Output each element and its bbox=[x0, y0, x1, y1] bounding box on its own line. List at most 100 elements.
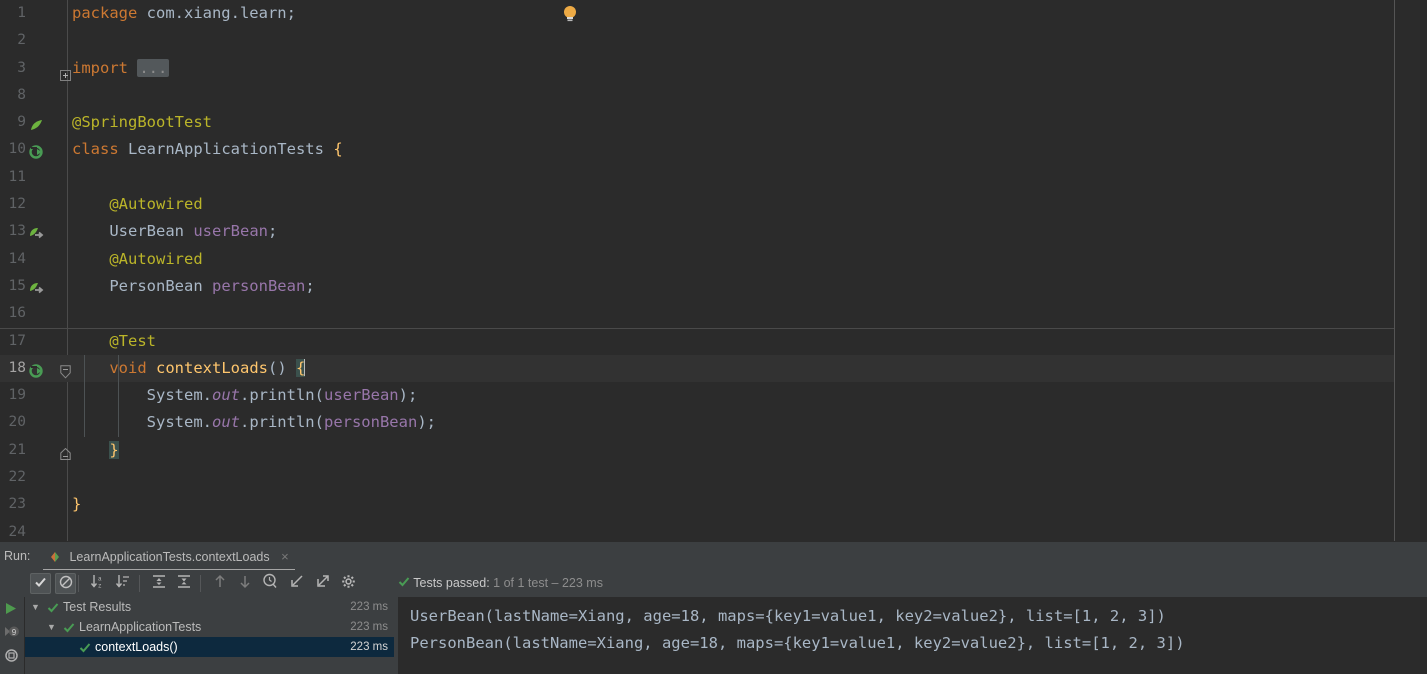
code-token: import bbox=[72, 58, 138, 77]
sort-alphabetically-button[interactable]: az bbox=[87, 573, 108, 594]
code-token: UserBean bbox=[72, 222, 194, 241]
code-token: ); bbox=[398, 386, 418, 405]
code-text: } bbox=[72, 437, 119, 464]
code-line[interactable]: 8 bbox=[0, 82, 1427, 109]
code-token: ; bbox=[267, 222, 278, 241]
rerun-failed-tests-button[interactable]: 9 bbox=[3, 624, 21, 642]
run-test-icon[interactable] bbox=[29, 136, 49, 163]
test-tree-row[interactable]: ▼ LearnApplicationTests 223 ms bbox=[25, 617, 394, 637]
sort-duration-icon bbox=[115, 574, 131, 593]
code-line[interactable]: 9 @SpringBootTest bbox=[0, 109, 1427, 136]
toggle-auto-test-button[interactable] bbox=[3, 647, 21, 665]
run-test-icon[interactable] bbox=[29, 355, 49, 382]
toolbar-separator bbox=[200, 575, 201, 592]
svg-text:9: 9 bbox=[12, 628, 17, 637]
code-token: @Test bbox=[72, 331, 156, 350]
hide-ignored-toggle[interactable] bbox=[55, 573, 76, 594]
line-number: 16 bbox=[8, 305, 26, 322]
idea-window: 1 package com.xiang.learn; 2 3 import ... 8 9 @… bbox=[0, 0, 1427, 674]
tests-passed-detail: 1 of 1 test – 223 ms bbox=[493, 576, 603, 590]
chevron-down-icon[interactable]: ▼ bbox=[31, 597, 40, 617]
test-duration-label: 223 ms bbox=[350, 601, 388, 613]
import-tests-button[interactable] bbox=[286, 573, 307, 594]
code-lines[interactable]: 1 package com.xiang.learn; 2 3 import ... 8 9 @… bbox=[0, 0, 1427, 541]
console-output[interactable]: UserBean(lastName=Xiang, age=18, maps={k… bbox=[398, 597, 1427, 674]
test-tree-row[interactable]: ▼ Test Results 223 ms bbox=[25, 597, 394, 617]
collapse-down-icon bbox=[60, 365, 71, 383]
indent-guide bbox=[118, 355, 119, 437]
code-line[interactable]: 18 void contextLoads() { bbox=[0, 354, 1427, 383]
code-editor[interactable]: 1 package com.xiang.learn; 2 3 import ... 8 9 @… bbox=[0, 0, 1427, 541]
close-icon[interactable]: × bbox=[281, 549, 289, 564]
code-line[interactable]: 10 class LearnApplicationTests { bbox=[0, 136, 1427, 163]
line-number: 3 bbox=[17, 59, 26, 76]
run-side-toolbar[interactable]: 9 bbox=[0, 597, 24, 674]
code-token: @Autowired bbox=[72, 249, 203, 268]
code-line[interactable]: 11 bbox=[0, 164, 1427, 191]
code-line[interactable]: 20 System.out.println(personBean); bbox=[0, 409, 1427, 436]
run-window-label: Run: bbox=[4, 549, 31, 563]
code-line[interactable]: 3 import ... bbox=[0, 55, 1427, 82]
code-token: com.xiang.learn; bbox=[146, 4, 296, 22]
export-icon bbox=[315, 574, 331, 593]
code-text: System.out.println(userBean); bbox=[72, 382, 418, 409]
code-token: ); bbox=[417, 413, 436, 432]
code-token: { bbox=[333, 140, 343, 159]
run-tab-title: LearnApplicationTests.contextLoads bbox=[69, 550, 270, 564]
show-passed-toggle[interactable] bbox=[30, 573, 51, 594]
check-icon bbox=[63, 623, 75, 637]
arrow-down-icon bbox=[238, 574, 252, 593]
code-line[interactable]: 23} bbox=[0, 491, 1427, 518]
marker-scrollbar[interactable] bbox=[1394, 0, 1427, 541]
code-line[interactable]: 21 } bbox=[0, 437, 1427, 464]
test-results-tree[interactable]: ▼ Test Results 223 ms ▼ LearnApplicationTest… bbox=[24, 597, 394, 674]
lightbulb-icon[interactable] bbox=[562, 5, 578, 27]
sort-az-icon: az bbox=[90, 574, 106, 593]
line-number: 12 bbox=[8, 196, 26, 213]
code-text: package com.xiang.learn; bbox=[72, 0, 296, 27]
sort-by-duration-button[interactable] bbox=[112, 573, 133, 594]
chevron-down-icon[interactable]: ▼ bbox=[47, 617, 56, 637]
code-token: System. bbox=[72, 413, 212, 432]
code-token: .println( bbox=[239, 386, 324, 405]
import-icon bbox=[289, 574, 305, 593]
run-tab-contextloads[interactable]: LearnApplicationTests.contextLoads × bbox=[43, 542, 295, 571]
rerun-tests-button[interactable] bbox=[3, 601, 21, 619]
code-line[interactable]: 13 UserBean userBean; bbox=[0, 218, 1427, 245]
line-number: 10 bbox=[8, 141, 26, 158]
code-line[interactable]: 16 bbox=[0, 300, 1427, 327]
line-number: 14 bbox=[8, 250, 26, 267]
code-token: personBean bbox=[323, 413, 418, 432]
code-line[interactable]: 2 bbox=[0, 27, 1427, 54]
collapse-all-button[interactable] bbox=[173, 573, 194, 594]
test-tree-row[interactable]: contextLoads() 223 ms bbox=[25, 637, 394, 657]
code-line[interactable]: 19 System.out.println(userBean); bbox=[0, 382, 1427, 409]
code-token: () bbox=[267, 358, 296, 377]
history-clock-icon bbox=[262, 573, 279, 594]
spring-bean-icon[interactable] bbox=[29, 218, 49, 245]
test-duration-label: 223 ms bbox=[350, 621, 388, 633]
test-status-line: Tests passed: 1 of 1 test – 223 ms bbox=[398, 570, 603, 597]
spring-leaf-icon[interactable] bbox=[29, 109, 49, 136]
previous-failed-test-button[interactable] bbox=[209, 573, 230, 594]
line-number: 1 bbox=[17, 5, 26, 21]
run-test-icon bbox=[29, 145, 45, 164]
test-history-button[interactable] bbox=[260, 573, 281, 594]
code-token: class bbox=[72, 140, 128, 159]
next-failed-test-button[interactable] bbox=[234, 573, 255, 594]
code-text: void contextLoads() { bbox=[72, 355, 306, 382]
line-number: 13 bbox=[8, 223, 26, 240]
code-line[interactable]: 14 @Autowired bbox=[0, 246, 1427, 273]
settings-button[interactable] bbox=[338, 573, 359, 594]
code-line[interactable]: 12 @Autowired bbox=[0, 191, 1427, 218]
code-line[interactable]: 22 bbox=[0, 464, 1427, 491]
test-toolbar[interactable]: az bbox=[0, 570, 1427, 597]
code-line[interactable]: 17 @Test bbox=[0, 328, 1427, 355]
line-number: 2 bbox=[17, 32, 26, 49]
collapse-all-icon bbox=[176, 574, 192, 593]
code-line[interactable]: 1 package com.xiang.learn; bbox=[0, 0, 1427, 27]
code-line[interactable]: 15 PersonBean personBean; bbox=[0, 273, 1427, 300]
expand-all-button[interactable] bbox=[148, 573, 169, 594]
spring-bean-icon[interactable] bbox=[29, 273, 49, 300]
export-tests-button[interactable] bbox=[312, 573, 333, 594]
